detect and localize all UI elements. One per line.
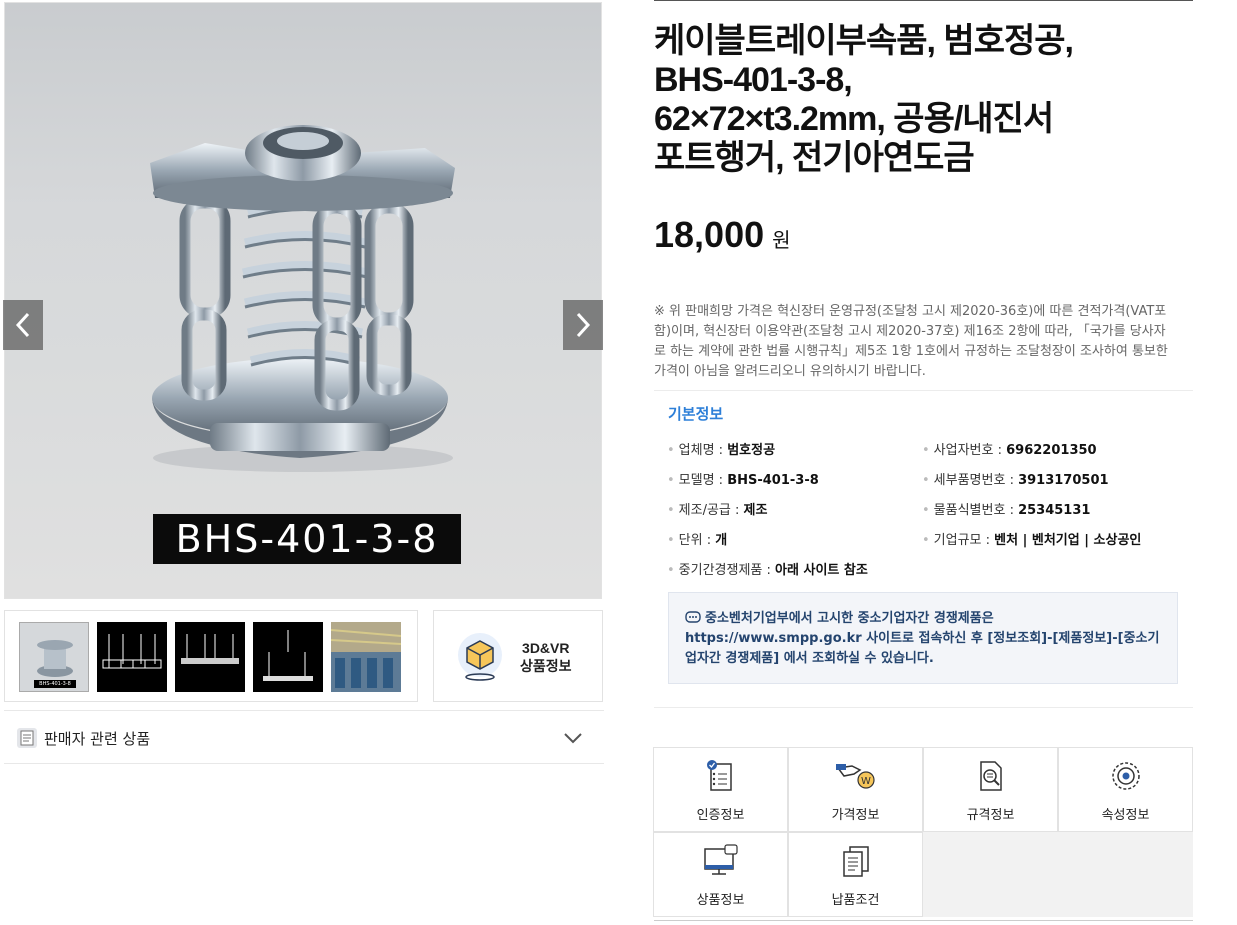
thumbnail-caption: BHS-401-3-8 [39,681,71,687]
tile-placeholder [923,832,1193,917]
thumbnail-diagram-image [263,630,313,681]
prev-image-button[interactable] [3,300,43,350]
monitor-icon [703,844,738,875]
basic-info-title: 기본정보 [668,405,724,423]
documents-icon [842,846,869,877]
info-detail-item-number: • 세부품명번호 : 3913170501 [922,473,1109,488]
tile-label: 상품정보 [696,893,745,908]
certificate-icon [706,760,732,791]
tab-price-info[interactable]: W 가격정보 [788,747,923,832]
price-notice: ※ 위 판매희망 가격은 혁신장터 운영규정(조달청 고시 제2020-36호)… [654,304,1168,379]
info-manufacture: • 제조/공급 : 제조 [667,503,768,518]
tab-delivery-terms[interactable]: 납품조건 [788,832,923,917]
thumbnail-2[interactable] [97,622,167,692]
tile-label: 가격정보 [831,808,880,823]
tab-certification-info[interactable]: 인증정보 [653,747,788,832]
chevron-left-icon [15,312,30,338]
thumbnail-3[interactable] [175,622,245,692]
price: 18,000 원 [654,214,791,256]
thumbnail-warehouse-image [331,622,401,692]
divider [654,390,1193,391]
speech-bubble-icon [685,611,701,623]
main-product-image: BHS-401-3-8 [4,2,602,599]
next-image-button[interactable] [563,300,603,350]
info-business-number: • 사업자번호 : 6962201350 [922,443,1097,458]
tile-label: 납품조건 [831,893,880,908]
list-icon [17,728,37,748]
thumbnail-5[interactable] [331,622,401,692]
info-model: • 모델명 : BHS-401-3-8 [667,473,819,488]
price-unit: 원 [772,228,791,252]
product-photo [150,125,455,472]
info-company: • 업체명 : 범호정공 [667,443,776,458]
gear-icon [1111,762,1140,790]
image-caption: BHS-401-3-8 [153,514,461,564]
divider [654,707,1193,708]
tile-label: 규격정보 [966,808,1015,823]
tab-attribute-info[interactable]: 속성정보 [1058,747,1193,832]
chevron-down-icon [564,733,582,744]
3d-vr-info-button[interactable]: 3D&VR 상품정보 [433,610,603,702]
tab-product-info[interactable]: 상품정보 [653,832,788,917]
sme-notice-text: 중소벤처기업부에서 고시한 중소기업자간 경쟁제품은 https://www.s… [685,611,1160,666]
svg-text:W: W [861,776,871,787]
thumbnail-4[interactable] [253,622,323,692]
3d-box-icon [458,633,502,681]
tab-spec-info[interactable]: 규격정보 [923,747,1058,832]
bottom-divider [654,920,1193,921]
price-hand-icon: W [835,764,875,789]
info-unit: • 단위 : 개 [667,533,728,548]
product-title: 케이블트레이부속품, 범호정공, BHS-401-3-8, 62×72×t3.2… [654,22,1074,177]
sme-notice-box: 중소벤처기업부에서 고시한 중소기업자간 경쟁제품은 https://www.s… [668,592,1178,684]
3d-vr-label: 3D&VR 상품정보 [520,640,572,674]
tile-label: 속성정보 [1101,808,1150,823]
thumbnail-1[interactable]: BHS-401-3-8 [19,622,89,692]
thumbnail-strip: BHS-401-3-8 [4,610,418,702]
info-company-size: • 기업규모 : 벤처 | 벤처기업 | 소상공인 [922,533,1142,548]
tile-label: 인증정보 [696,808,745,823]
info-item-id-number: • 물품식별번호 : 25345131 [922,503,1091,518]
thumbnail-diagram-image [102,634,162,669]
price-value: 18,000 [654,214,765,255]
info-sme-competition: • 중기간경쟁제품 : 아래 사이트 참조 [667,563,868,578]
thumbnail-diagram-image [181,634,239,664]
seller-related-products-toggle[interactable]: 판매자 관련 상품 [4,710,604,764]
top-divider [654,0,1193,1]
seller-related-products-label: 판매자 관련 상품 [44,730,151,748]
chevron-right-icon [576,312,591,338]
document-search-icon [979,761,1002,791]
